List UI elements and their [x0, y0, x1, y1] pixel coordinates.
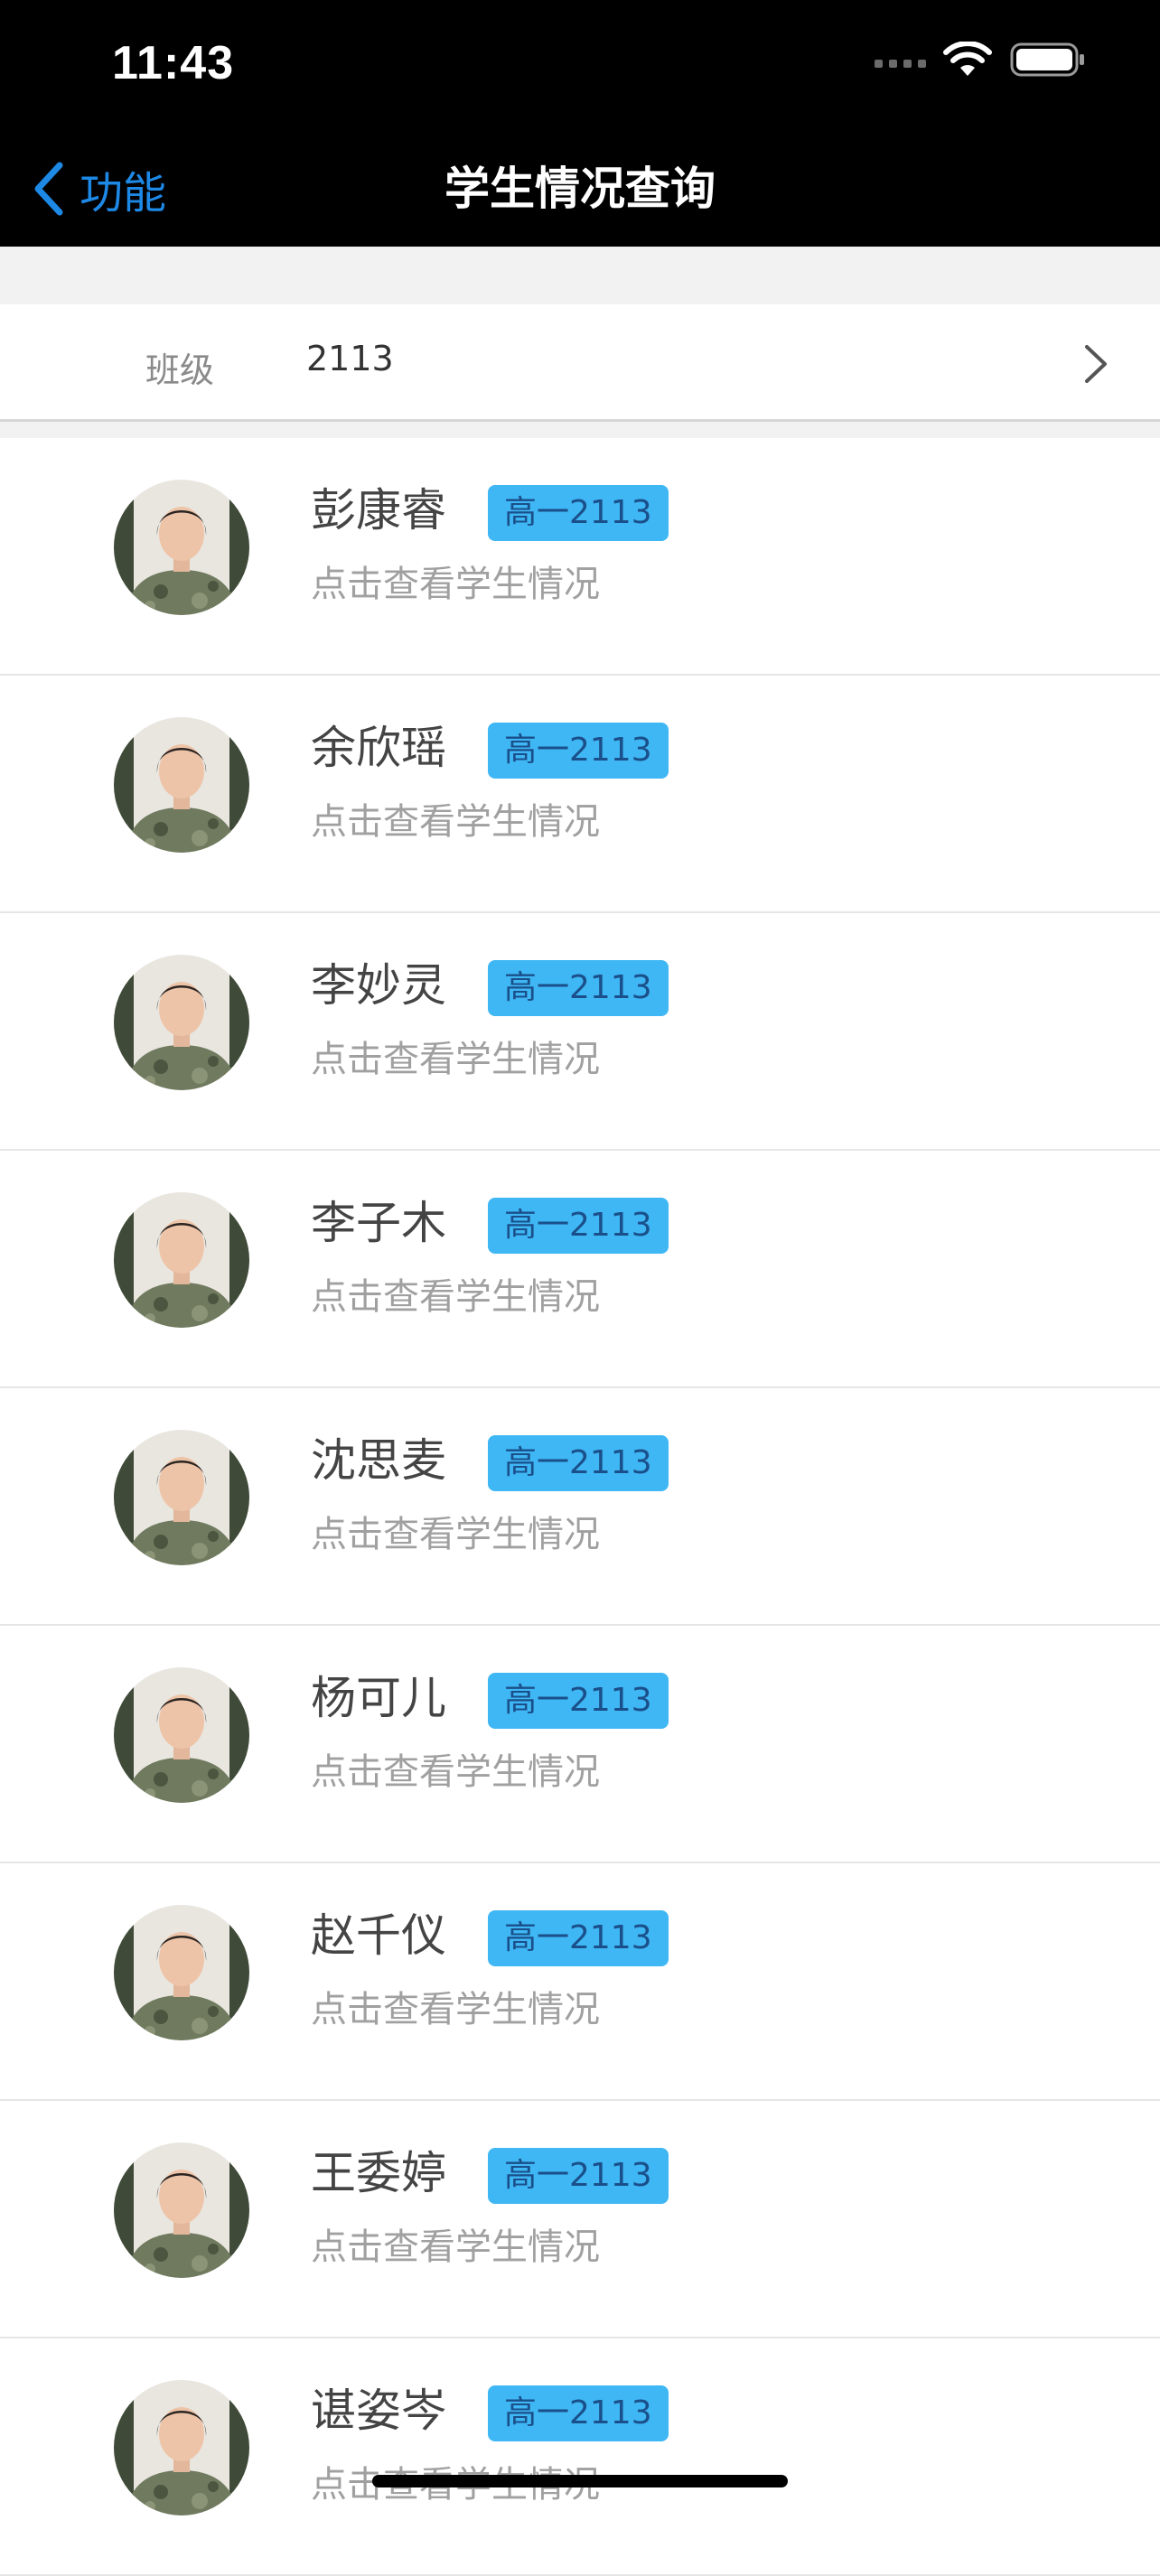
student-name: 赵千仪	[311, 1909, 446, 1962]
view-details-hint: 点击查看学生情况	[311, 801, 600, 843]
class-label: 班级	[145, 350, 215, 390]
student-name: 余欣瑶	[311, 722, 446, 774]
student-list-item[interactable]: 谌姿岑 高一2113 点击查看学生情况	[0, 2338, 1160, 2576]
class-badge: 高一2113	[488, 1435, 669, 1491]
class-badge: 高一2113	[488, 1910, 669, 1966]
view-details-hint: 点击查看学生情况	[311, 1514, 600, 1555]
student-name: 李子木	[311, 1197, 446, 1249]
avatar	[114, 1430, 249, 1565]
navigation-bar: 功能 学生情况查询	[0, 131, 1160, 247]
class-badge: 高一2113	[488, 1673, 669, 1729]
class-badge: 高一2113	[488, 960, 669, 1016]
section-spacer	[0, 422, 1160, 438]
avatar	[114, 955, 249, 1090]
student-name: 彭康睿	[311, 484, 446, 537]
student-name: 杨可儿	[311, 1672, 446, 1724]
student-list-item[interactable]: 李子木 高一2113 点击查看学生情况	[0, 1151, 1160, 1388]
view-details-hint: 点击查看学生情况	[311, 1276, 600, 1318]
class-badge: 高一2113	[488, 1198, 669, 1254]
student-list: 彭康睿 高一2113 点击查看学生情况 余欣瑶 高一2113 点击查看学生情况 …	[0, 438, 1160, 2576]
student-list-item[interactable]: 余欣瑶 高一2113 点击查看学生情况	[0, 676, 1160, 913]
chevron-right-icon	[1085, 345, 1107, 383]
student-name: 李妙灵	[311, 959, 446, 1012]
class-value: 2113	[306, 339, 394, 378]
avatar	[114, 2142, 249, 2278]
class-selector[interactable]: 班级 2113	[0, 304, 1160, 422]
section-spacer	[0, 247, 1160, 304]
view-details-hint: 点击查看学生情况	[311, 1989, 600, 2030]
status-bar: 11:43	[0, 0, 1160, 131]
class-badge: 高一2113	[488, 723, 669, 779]
avatar	[114, 1667, 249, 1803]
student-list-item[interactable]: 沈思麦 高一2113 点击查看学生情况	[0, 1388, 1160, 1626]
student-name: 王委婷	[311, 2147, 446, 2199]
view-details-hint: 点击查看学生情况	[311, 1751, 600, 1793]
view-details-hint: 点击查看学生情况	[311, 1039, 600, 1080]
view-details-hint: 点击查看学生情况	[311, 564, 600, 605]
avatar	[114, 1192, 249, 1328]
student-list-item[interactable]: 杨可儿 高一2113 点击查看学生情况	[0, 1626, 1160, 1863]
avatar	[114, 480, 249, 615]
home-indicator	[372, 2475, 788, 2487]
student-list-item[interactable]: 王委婷 高一2113 点击查看学生情况	[0, 2101, 1160, 2338]
class-badge: 高一2113	[488, 2148, 669, 2204]
wifi-icon	[943, 42, 992, 76]
student-list-item[interactable]: 赵千仪 高一2113 点击查看学生情况	[0, 1863, 1160, 2101]
battery-icon	[1010, 42, 1084, 77]
view-details-hint: 点击查看学生情况	[311, 2226, 600, 2268]
signal-icon	[875, 60, 926, 68]
student-name: 谌姿岑	[311, 2385, 446, 2437]
class-badge: 高一2113	[488, 485, 669, 541]
avatar	[114, 1905, 249, 2040]
class-badge: 高一2113	[488, 2385, 669, 2441]
student-name: 沈思麦	[311, 1434, 446, 1487]
status-time: 11:43	[112, 37, 235, 89]
student-list-item[interactable]: 李妙灵 高一2113 点击查看学生情况	[0, 913, 1160, 1151]
avatar	[114, 2380, 249, 2515]
page-title: 学生情况查询	[444, 163, 716, 215]
student-list-item[interactable]: 彭康睿 高一2113 点击查看学生情况	[0, 438, 1160, 676]
avatar	[114, 717, 249, 853]
status-icons	[873, 42, 1086, 78]
